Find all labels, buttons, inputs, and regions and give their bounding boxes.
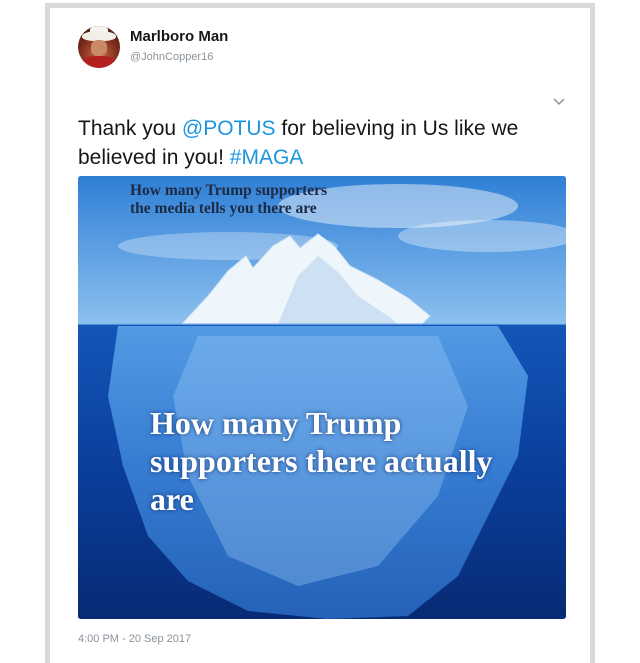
avatar-face: [91, 40, 107, 56]
iceberg-illustration: [78, 176, 566, 619]
mention-link[interactable]: @POTUS: [182, 117, 276, 140]
caption-top: How many Trump supporters the media tell…: [130, 182, 328, 217]
avatar-shirt: [82, 56, 116, 68]
avatar[interactable]: [78, 26, 120, 68]
hashtag-link[interactable]: #MAGA: [230, 146, 304, 169]
caption-bottom: How many Trump supporters there actually…: [150, 405, 493, 517]
chevron-down-icon[interactable]: [552, 96, 566, 106]
tweet-text-part: Thank you: [78, 117, 182, 140]
tweet-image[interactable]: How many Trump supporters the media tell…: [78, 176, 566, 619]
tweet-text: Thank you @POTUS for believing in Us lik…: [78, 114, 558, 172]
author-handle[interactable]: @JohnCopper16: [130, 51, 213, 63]
author-name[interactable]: Marlboro Man: [130, 28, 228, 45]
tweet-timestamp[interactable]: 4:00 PM - 20 Sep 2017: [78, 633, 191, 645]
